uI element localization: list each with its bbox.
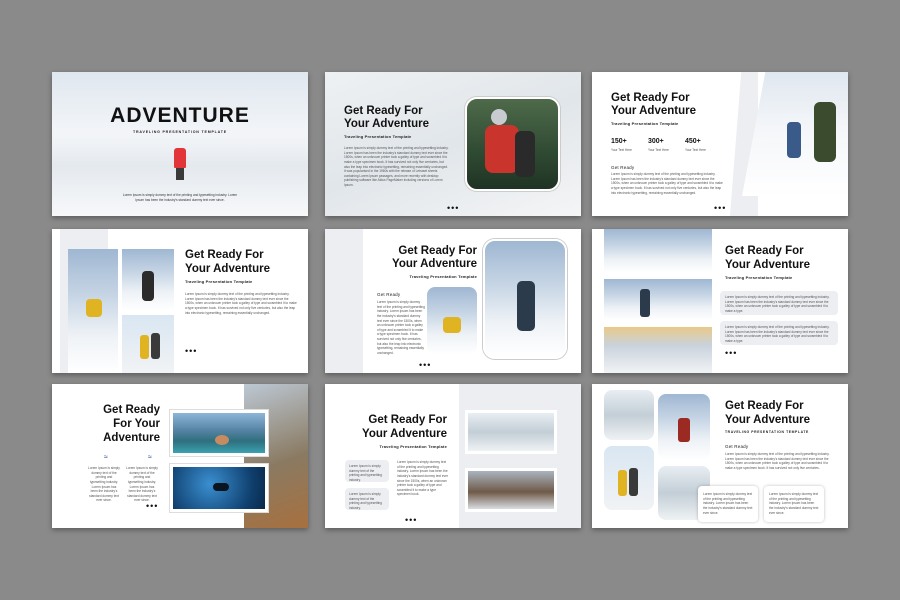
slide-title-line-2: Your Adventure [725, 414, 810, 426]
stat-value-1: 150+ [611, 138, 627, 145]
underwater-diver-photo [170, 464, 268, 512]
slide-subtitle: Traveling Presentation Template [725, 275, 793, 280]
text-card-2-body: Lorem Ipsum is simply dummy text of the … [769, 492, 819, 515]
slide-subtitle: Traveling Presentation Template [185, 279, 253, 284]
winter-road-photo [465, 468, 557, 512]
mountain-hiker-photo [483, 239, 567, 359]
slide-subtitle: TRAVELING PRESENTATION TEMPLATE [725, 430, 809, 434]
couple-summit-photo [604, 446, 654, 510]
page-dots: ••• [185, 346, 198, 356]
sitting-hiker-photo [427, 287, 477, 355]
slide-title-line-2: Your Adventure [725, 259, 810, 271]
cover-subtitle: TRAVELING PRESENTATION TEMPLATE [132, 130, 227, 134]
slide-2[interactable]: Get Ready For Your Adventure Traveling P… [325, 72, 581, 216]
snow-climber-photo [604, 229, 712, 273]
page-dots: ••• [146, 501, 159, 511]
section-heading: Get Ready [725, 444, 749, 449]
page-dots: ••• [725, 348, 738, 358]
grey-accent-panel [325, 229, 363, 373]
slide-title-line-3: Adventure [103, 432, 160, 444]
slide-subtitle: Traveling Presentation Template [409, 274, 477, 279]
slide-title-line-1: Get Ready For [398, 245, 477, 257]
cover-body: Lorem Ipsum is simply dummy text of the … [122, 193, 238, 202]
slide-3[interactable]: Get Ready For Your Adventure Traveling P… [592, 72, 848, 216]
stat-value-2: 300+ [648, 138, 664, 145]
text-box-2: Lorem Ipsum is simply dummy text of the … [720, 321, 838, 345]
slide-body: Lorem Ipsum is simply dummy text of the … [725, 452, 830, 470]
slide-title-line-2: Your Adventure [344, 118, 429, 130]
stat-label-2: Your Text Here [648, 148, 669, 152]
summit-hiker-photo [604, 279, 712, 321]
slide-body: Lorem Ipsum is simply dummy text of the … [377, 300, 425, 356]
text-box-1-body: Lorem Ipsum is simply dummy text of the … [725, 295, 830, 313]
cover-title: ADVENTURE [110, 104, 250, 127]
page-dots: ••• [419, 360, 432, 370]
text-box-2-body: Lorem Ipsum is simply dummy text of the … [349, 492, 382, 510]
slide-title-line-1: Get Ready [103, 404, 160, 416]
hiker-figure [174, 148, 186, 168]
slide-title-line-2: Your Adventure [362, 428, 447, 440]
diver-icon: ≈ [148, 454, 152, 461]
text-card-1: Lorem Ipsum is simply dummy text of the … [698, 486, 758, 522]
feature-text-2: Lorem Ipsum is simply dummy text of the … [126, 466, 158, 503]
page-dots: ••• [405, 515, 418, 525]
backpacker-photo [465, 97, 560, 191]
slide-7[interactable]: Get Ready For Your Adventure ≈ ≈ Lorem I… [52, 384, 308, 528]
couple-hikers-photo [122, 315, 174, 373]
slide-subtitle: Traveling Presentation Template [379, 444, 447, 449]
slide-title-line-1: Get Ready For [185, 249, 264, 261]
snowy-forest-photo [465, 410, 557, 454]
slide-title-line-2: Your Adventure [185, 263, 270, 275]
hiker-legs [176, 168, 184, 180]
text-card-2: Lorem Ipsum is simply dummy text of the … [764, 486, 824, 522]
slide-title-line-1: Get Ready For [725, 245, 804, 257]
slide-subtitle: Traveling Presentation Template [611, 121, 679, 126]
slide-title-line-2: For Your [113, 418, 160, 430]
swimmer-icon: ≈ [104, 454, 108, 461]
hiker-mountain-photo [122, 249, 174, 311]
slide-6[interactable]: Get Ready For Your Adventure Traveling P… [592, 229, 848, 373]
slide-title-line-1: Get Ready For [725, 400, 804, 412]
slide-5[interactable]: Get Ready For Your Adventure Traveling P… [325, 229, 581, 373]
page-dots: ••• [714, 203, 727, 213]
page-dots: ••• [447, 203, 460, 213]
slide-title-line-1: Get Ready For [368, 414, 447, 426]
feature-text-1: Lorem Ipsum is simply dummy text of the … [88, 466, 120, 503]
slide-title-line-1: Get Ready For [344, 105, 423, 117]
slide-4[interactable]: Get Ready For Your Adventure Traveling P… [52, 229, 308, 373]
mountain-range-photo [604, 327, 712, 373]
slide-body: Lorem Ipsum is simply dummy text of the … [397, 460, 449, 497]
climber-photo [68, 249, 118, 373]
slide-subtitle: Traveling Presentation Template [344, 134, 412, 139]
stat-value-3: 450+ [685, 138, 701, 145]
text-box-2: Lorem Ipsum is simply dummy text of the … [345, 488, 389, 510]
text-box-1-body: Lorem Ipsum is simply dummy text of the … [349, 464, 382, 482]
text-card-1-body: Lorem Ipsum is simply dummy text of the … [703, 492, 753, 515]
stat-label-1: Your Text Here [611, 148, 632, 152]
stat-label-3: Your Text Here [685, 148, 706, 152]
slide-body: Lorem Ipsum is simply dummy text of the … [185, 292, 297, 315]
text-box-2-body: Lorem Ipsum is simply dummy text of the … [725, 325, 830, 343]
section-heading: Get Ready [611, 165, 635, 170]
slide-body: Lorem Ipsum is simply dummy text of the … [611, 172, 723, 195]
text-box-1: Lorem Ipsum is simply dummy text of the … [720, 291, 838, 315]
section-heading: Get Ready [377, 292, 401, 297]
slide-title-line-2: Your Adventure [611, 105, 696, 117]
slide-9[interactable]: Get Ready For Your Adventure TRAVELING P… [592, 384, 848, 528]
snow-trees-photo [604, 390, 654, 440]
slide-title-line-2: Your Adventure [392, 258, 477, 270]
slide-body: Lorem Ipsum is simply dummy text of the … [344, 146, 449, 188]
lake-swimmer-photo [170, 410, 268, 456]
slide-8[interactable]: Get Ready For Your Adventure Traveling P… [325, 384, 581, 528]
slide-title-line-1: Get Ready For [611, 92, 690, 104]
slide-1-cover[interactable]: ADVENTURE TRAVELING PRESENTATION TEMPLAT… [52, 72, 308, 216]
text-box-1: Lorem Ipsum is simply dummy text of the … [345, 460, 389, 482]
backpacker-snow-photo [658, 394, 710, 460]
